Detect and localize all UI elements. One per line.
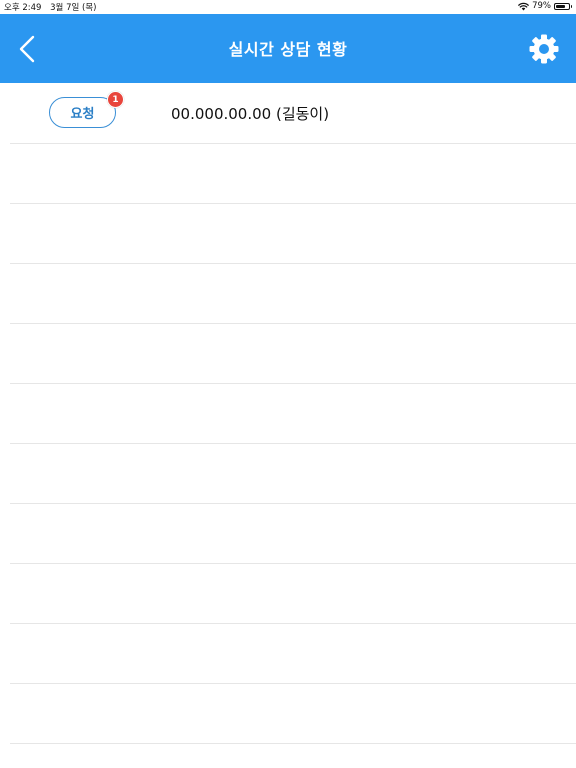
gear-icon <box>529 34 559 64</box>
status-date: 3월 7일 (목) <box>50 3 97 13</box>
battery-percent: 79% <box>532 1 551 11</box>
status-right: 79% <box>518 1 572 11</box>
notification-badge: 1 <box>107 91 124 108</box>
request-button-label: 요청 <box>70 107 95 122</box>
list-row-empty <box>10 384 576 444</box>
list-item[interactable]: 요청 1 00.000.00.00 (길동이) <box>10 83 576 144</box>
list-row-empty <box>10 204 576 264</box>
consultation-list: 요청 1 00.000.00.00 (길동이) <box>0 83 576 744</box>
battery-icon <box>554 2 572 10</box>
list-row-empty <box>10 564 576 624</box>
list-row-empty <box>10 504 576 564</box>
list-row-empty <box>10 144 576 204</box>
wifi-icon <box>518 2 529 10</box>
battery-cap <box>570 5 572 8</box>
settings-button[interactable] <box>528 33 560 65</box>
status-left: 오후 2:49 3월 7일 (목) <box>4 1 102 13</box>
list-row-empty <box>10 324 576 384</box>
status-time: 오후 2:49 <box>4 3 42 13</box>
nav-bar: 실시간 상담 현황 <box>0 14 576 83</box>
list-item-text: 00.000.00.00 (길동이) <box>171 105 330 123</box>
list-row-empty <box>10 684 576 744</box>
app-screen: 오후 2:49 3월 7일 (목) 79% 실시간 상담 현황 요청 1 00.… <box>0 0 576 768</box>
status-bar: 오후 2:49 3월 7일 (목) 79% <box>0 0 576 14</box>
request-button[interactable]: 요청 <box>49 97 116 128</box>
list-row-empty <box>10 264 576 324</box>
battery-fill <box>556 4 565 8</box>
page-title: 실시간 상담 현황 <box>228 40 348 59</box>
list-row-empty <box>10 624 576 684</box>
list-row-empty <box>10 444 576 504</box>
